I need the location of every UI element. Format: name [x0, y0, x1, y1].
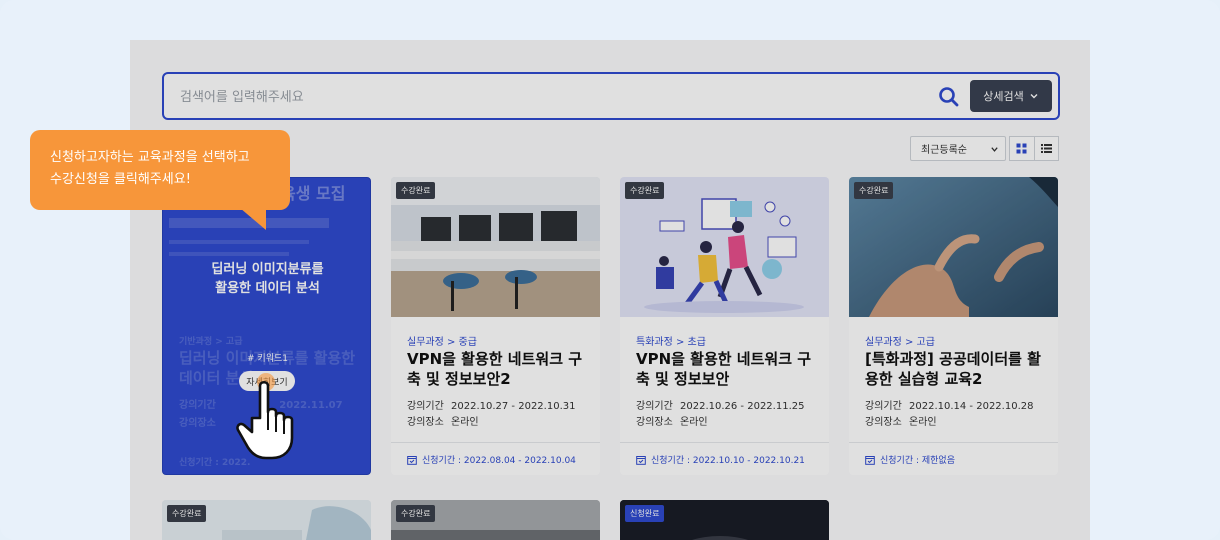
card-divider [849, 442, 1058, 443]
calendar-check-icon [636, 455, 646, 465]
keyword-tag: # 키워드1 [247, 354, 288, 364]
status-badge: 수강완료 [396, 505, 436, 522]
apply-period: 신청기간 : 제한없음 [865, 453, 955, 466]
ghost-place: 강의장소 [179, 418, 216, 429]
search-icon[interactable] [938, 86, 960, 108]
chevron-down-icon [991, 147, 998, 152]
course-place-key: 강의장소 [865, 417, 902, 428]
calendar-check-icon [407, 455, 417, 465]
pointer-hand-icon [236, 373, 294, 460]
chevron-down-icon [1030, 94, 1038, 99]
ghost-period-key: 강의기간 [179, 400, 216, 411]
advanced-search-label: 상세검색 [983, 90, 1024, 103]
advanced-search-button[interactable]: 상세검색 [970, 80, 1052, 112]
search-bar: 상세검색 [162, 72, 1060, 120]
course-period-key: 강의기간 [636, 401, 673, 412]
banner-text: 육생 모집 [281, 184, 346, 203]
course-card[interactable]: 수강완료 실무과정 > 중급 VPN을 활용한 네트워크 구축 및 정보보안2 … [391, 177, 600, 475]
course-place-key: 강의장소 [636, 417, 673, 428]
course-period-key: 강의기간 [865, 401, 902, 412]
course-category: 실무과정 > 고급 [865, 337, 935, 348]
apply-period: 신청기간 : 2022.08.04 - 2022.10.04 [407, 453, 576, 466]
course-place-key: 강의장소 [407, 417, 444, 428]
course-period: 강의기간 2022.10.26 - 2022.11.25 [636, 397, 804, 412]
course-period-key: 강의기간 [407, 401, 444, 412]
status-badge: 수강완료 [625, 182, 665, 199]
card-divider [391, 442, 600, 443]
course-category: 특화과정 > 초급 [636, 337, 706, 348]
search-input[interactable] [180, 86, 920, 108]
calendar-check-icon [865, 455, 875, 465]
course-period-value: 2022.10.14 - 2022.10.28 [909, 401, 1034, 412]
tooltip-line: 수강신청을 클릭해주세요! [50, 172, 191, 187]
banner-stripe [169, 240, 309, 244]
course-card[interactable]: 수강완료 [391, 500, 600, 540]
list-view-button[interactable] [1033, 137, 1059, 160]
course-category: 실무과정 > 중급 [407, 337, 477, 348]
sort-select[interactable]: 최근등록순 [910, 136, 1006, 161]
list-icon [1040, 144, 1052, 153]
tooltip-line: 신청하고자하는 교육과정을 선택하고 [50, 150, 250, 165]
status-badge: 신청완료 [625, 505, 665, 522]
course-place-value: 온라인 [909, 417, 937, 428]
apply-period-text: 신청기간 : 2022.08.04 - 2022.10.04 [422, 456, 576, 466]
course-period: 강의기간 2022.10.27 - 2022.10.31 [407, 397, 575, 412]
banner-stripe [169, 252, 289, 256]
course-title: VPN을 활용한 네트워크 구축 및 정보보안 [636, 350, 812, 388]
course-place: 강의장소 온라인 [865, 413, 937, 428]
course-place-value: 온라인 [680, 417, 708, 428]
apply-period-text: 신청기간 : 제한없음 [880, 456, 955, 466]
course-title: VPN을 활용한 네트워크 구축 및 정보보안2 [407, 350, 583, 388]
course-card[interactable]: 신청완료 [620, 500, 829, 540]
apply-period: 신청기간 : 2022.10.10 - 2022.10.21 [636, 453, 805, 466]
ghost-category: 기반과정 > 고급 [179, 337, 243, 347]
course-place: 강의장소 온라인 [407, 413, 479, 428]
course-place: 강의장소 온라인 [636, 413, 708, 428]
course-card[interactable]: 수강완료 실무과정 > 고급 [특화과정] 공공데이터를 활용한 실습형 교육2… [849, 177, 1058, 475]
course-card[interactable]: 수강완료 특화과정 > 초급 VPN을 활용한 네트워크 구축 및 정보보안 강… [620, 177, 829, 475]
status-badge: 수강완료 [396, 182, 436, 199]
apply-period-text: 신청기간 : 2022.10.10 - 2022.10.21 [651, 456, 805, 466]
grid-view-button[interactable] [1010, 137, 1034, 160]
sort-selected-value: 최근등록순 [921, 145, 967, 156]
status-badge: 수강완료 [854, 182, 894, 199]
course-list-panel: 상세검색 최근등록순 육생 모집 딥러닝 이미지분류를 활용한 데이터 분석 기… [130, 40, 1090, 540]
featured-title-line: 활용한 데이터 분석 [215, 281, 320, 296]
grid-icon [1016, 143, 1027, 154]
course-title: [특화과정] 공공데이터를 활용한 실습형 교육2 [865, 350, 1041, 388]
view-toggle [1009, 136, 1059, 161]
featured-title: 딥러닝 이미지분류를 활용한 데이터 분석 [163, 260, 370, 298]
status-badge: 수강완료 [167, 505, 207, 522]
card-divider [620, 442, 829, 443]
course-period: 강의기간 2022.10.14 - 2022.10.28 [865, 397, 1033, 412]
course-place-value: 온라인 [451, 417, 479, 428]
course-card[interactable]: 수강완료 [162, 500, 371, 540]
tooltip-tail [240, 208, 266, 230]
featured-title-line: 딥러닝 이미지분류를 [211, 262, 324, 277]
course-period-value: 2022.10.27 - 2022.10.31 [451, 401, 576, 412]
course-period-value: 2022.10.26 - 2022.11.25 [680, 401, 805, 412]
guide-tooltip: 신청하고자하는 교육과정을 선택하고 수강신청을 클릭해주세요! [30, 130, 290, 210]
